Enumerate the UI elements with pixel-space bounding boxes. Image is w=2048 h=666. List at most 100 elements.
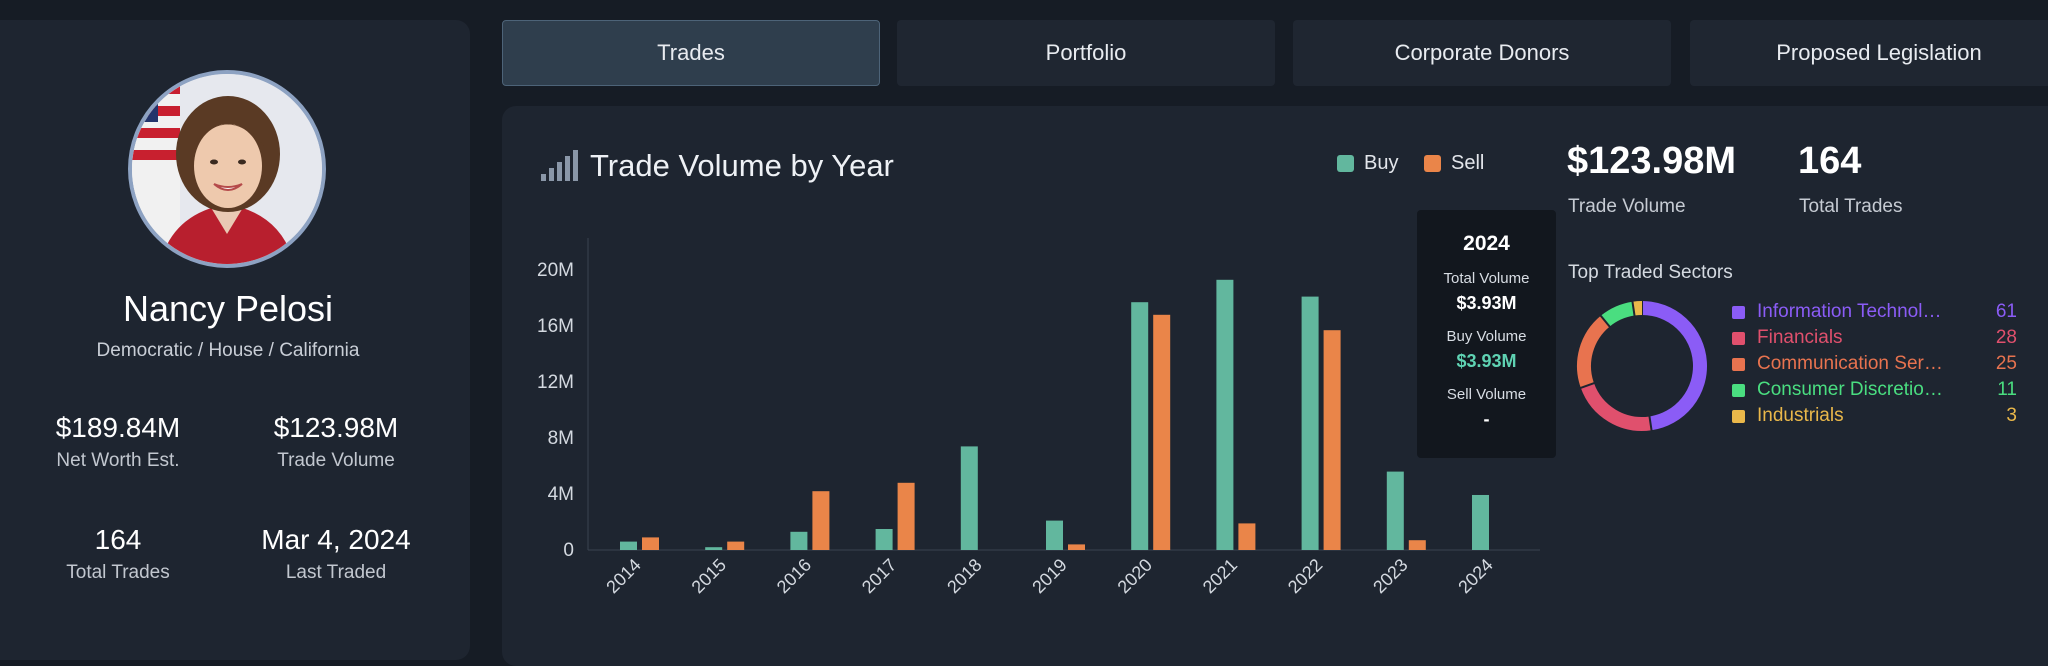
x-tick-label: 2014 bbox=[602, 555, 644, 597]
stat-net-worth: $189.84M Net Worth Est. bbox=[8, 412, 228, 472]
legend-buy-label: Buy bbox=[1364, 152, 1399, 174]
stat-value: $123.98M bbox=[273, 412, 399, 443]
y-tick-label: 0 bbox=[563, 540, 574, 561]
tooltip-sell-label: Sell Volume bbox=[1446, 386, 1527, 403]
tooltip-year: 2024 bbox=[1463, 232, 1510, 255]
donut-slice[interactable] bbox=[1577, 315, 1610, 388]
member-name: Nancy Pelosi bbox=[122, 288, 334, 329]
sector-swatch bbox=[1732, 331, 1745, 345]
sectors-title: Top Traded Sectors bbox=[1568, 262, 1733, 283]
tooltip-buy-label: Buy Volume bbox=[1446, 328, 1527, 345]
tooltip-buy-value: $3.93M bbox=[1456, 351, 1517, 371]
stat-last-traded: Mar 4, 2024 Last Traded bbox=[226, 524, 446, 584]
summary-total-trades-label: Total Trades bbox=[1799, 196, 1903, 217]
donut-slice[interactable] bbox=[1632, 301, 1643, 316]
legend-sell-swatch bbox=[1424, 155, 1441, 172]
stat-label: Net Worth Est. bbox=[56, 450, 180, 471]
x-tick-label: 2019 bbox=[1028, 555, 1070, 597]
bar-sell[interactable] bbox=[1323, 330, 1341, 550]
x-tick-label: 2020 bbox=[1114, 555, 1156, 597]
summary-trade-volume: $123.98M bbox=[1567, 140, 1737, 182]
bar-buy[interactable] bbox=[1386, 471, 1404, 550]
sector-count: 28 bbox=[1995, 327, 2017, 348]
sectors-donut-chart bbox=[1577, 300, 1707, 432]
sector-name: Consumer Discretio… bbox=[1757, 379, 1943, 400]
bar-sell[interactable] bbox=[1238, 523, 1256, 550]
y-tick-label: 4M bbox=[548, 484, 574, 505]
stat-value: 164 bbox=[94, 524, 142, 555]
summary-total-trades: 164 bbox=[1798, 140, 1862, 182]
bar-sell[interactable] bbox=[1068, 544, 1085, 550]
sector-item[interactable]: Consumer Discretio… 11 bbox=[1732, 378, 2017, 402]
y-tick-label: 16M bbox=[537, 316, 574, 337]
trade-volume-bar-chart: 0 4M 8M 12M 16M 20M 2014 2015 2016 2017 2018 2019 20… bbox=[537, 238, 1540, 597]
bar-sell[interactable] bbox=[642, 537, 659, 550]
sector-count: 11 bbox=[1997, 379, 2017, 400]
x-tick-label: 2023 bbox=[1369, 555, 1411, 597]
stat-label: Trade Volume bbox=[277, 450, 395, 471]
x-tick-label: 2017 bbox=[858, 555, 900, 597]
stat-value: $189.84M bbox=[55, 412, 181, 443]
tooltip-total-value: $3.93M bbox=[1456, 293, 1517, 313]
x-tick-label: 2015 bbox=[688, 555, 730, 597]
sector-name: Information Technol… bbox=[1757, 301, 1942, 322]
legend-buy[interactable]: Buy bbox=[1337, 152, 1398, 175]
sector-count: 3 bbox=[2006, 405, 2017, 426]
sector-item[interactable]: Financials 28 bbox=[1732, 326, 2017, 350]
bar-sell[interactable] bbox=[812, 491, 830, 550]
x-tick-label: 2021 bbox=[1199, 555, 1241, 597]
sector-count: 61 bbox=[1995, 301, 2017, 322]
bar-buy[interactable] bbox=[1472, 494, 1489, 550]
stat-trade-volume: $123.98M Trade Volume bbox=[226, 412, 446, 472]
y-tick-label: 12M bbox=[537, 372, 574, 393]
legend-sell[interactable]: Sell bbox=[1424, 152, 1484, 175]
member-affiliation: Democratic / House / California bbox=[96, 340, 360, 361]
bar-sell[interactable] bbox=[727, 541, 745, 550]
bar-sell[interactable] bbox=[1408, 540, 1426, 550]
sector-item[interactable]: Information Technol… 61 bbox=[1732, 300, 2017, 324]
sector-name: Financials bbox=[1757, 327, 1843, 348]
sector-swatch bbox=[1732, 305, 1745, 319]
profile-panel: Nancy Pelosi Democratic / House / Califo… bbox=[0, 20, 470, 660]
donut-slice[interactable] bbox=[1641, 301, 1707, 431]
tooltip-sell-value: - bbox=[1483, 409, 1490, 429]
bar-buy[interactable] bbox=[1301, 296, 1319, 550]
sector-swatch bbox=[1732, 357, 1745, 371]
sector-name: Communication Ser… bbox=[1757, 353, 1943, 374]
y-tick-label: 8M bbox=[548, 428, 574, 449]
bar-buy[interactable] bbox=[1216, 279, 1234, 550]
bar-chart-icon bbox=[541, 150, 578, 181]
tooltip-total-label: Total Volume bbox=[1443, 270, 1530, 287]
chart-title: Trade Volume by Year bbox=[590, 148, 894, 183]
sector-count: 25 bbox=[1995, 353, 2017, 374]
bar-buy[interactable] bbox=[1046, 520, 1063, 550]
bar-buy[interactable] bbox=[620, 541, 637, 550]
bar-buy[interactable] bbox=[875, 529, 893, 550]
sector-item[interactable]: Communication Ser… 25 bbox=[1732, 352, 2017, 376]
sector-item[interactable]: Industrials 3 bbox=[1732, 404, 2017, 428]
legend-sell-label: Sell bbox=[1451, 152, 1485, 174]
tab-proposed-legislation[interactable]: Proposed Legislation bbox=[1690, 20, 2048, 86]
avatar bbox=[128, 70, 326, 268]
stat-label: Last Traded bbox=[285, 562, 387, 583]
sector-name: Industrials bbox=[1757, 405, 1844, 426]
legend-buy-swatch bbox=[1337, 155, 1354, 172]
tab-trades[interactable]: Trades bbox=[502, 20, 880, 86]
bar-sell[interactable] bbox=[1153, 314, 1171, 550]
summary-trade-volume-label: Trade Volume bbox=[1568, 196, 1686, 217]
donut-slice[interactable] bbox=[1580, 382, 1652, 431]
tab-corporate-donors[interactable]: Corporate Donors bbox=[1293, 20, 1671, 86]
stat-total-trades: 164 Total Trades bbox=[8, 524, 228, 584]
bar-sell[interactable] bbox=[897, 482, 915, 550]
tab-portfolio[interactable]: Portfolio bbox=[897, 20, 1275, 86]
bar-buy[interactable] bbox=[705, 547, 723, 550]
donut-slice[interactable] bbox=[1600, 301, 1635, 327]
stat-label: Total Trades bbox=[66, 562, 170, 583]
bar-buy[interactable] bbox=[1131, 302, 1149, 550]
bar-buy[interactable] bbox=[790, 531, 808, 550]
sector-swatch bbox=[1732, 409, 1745, 423]
bar-buy[interactable] bbox=[960, 446, 978, 550]
portrait-image bbox=[132, 74, 322, 264]
stat-value: Mar 4, 2024 bbox=[261, 524, 411, 555]
x-tick-label: 2022 bbox=[1284, 555, 1326, 597]
